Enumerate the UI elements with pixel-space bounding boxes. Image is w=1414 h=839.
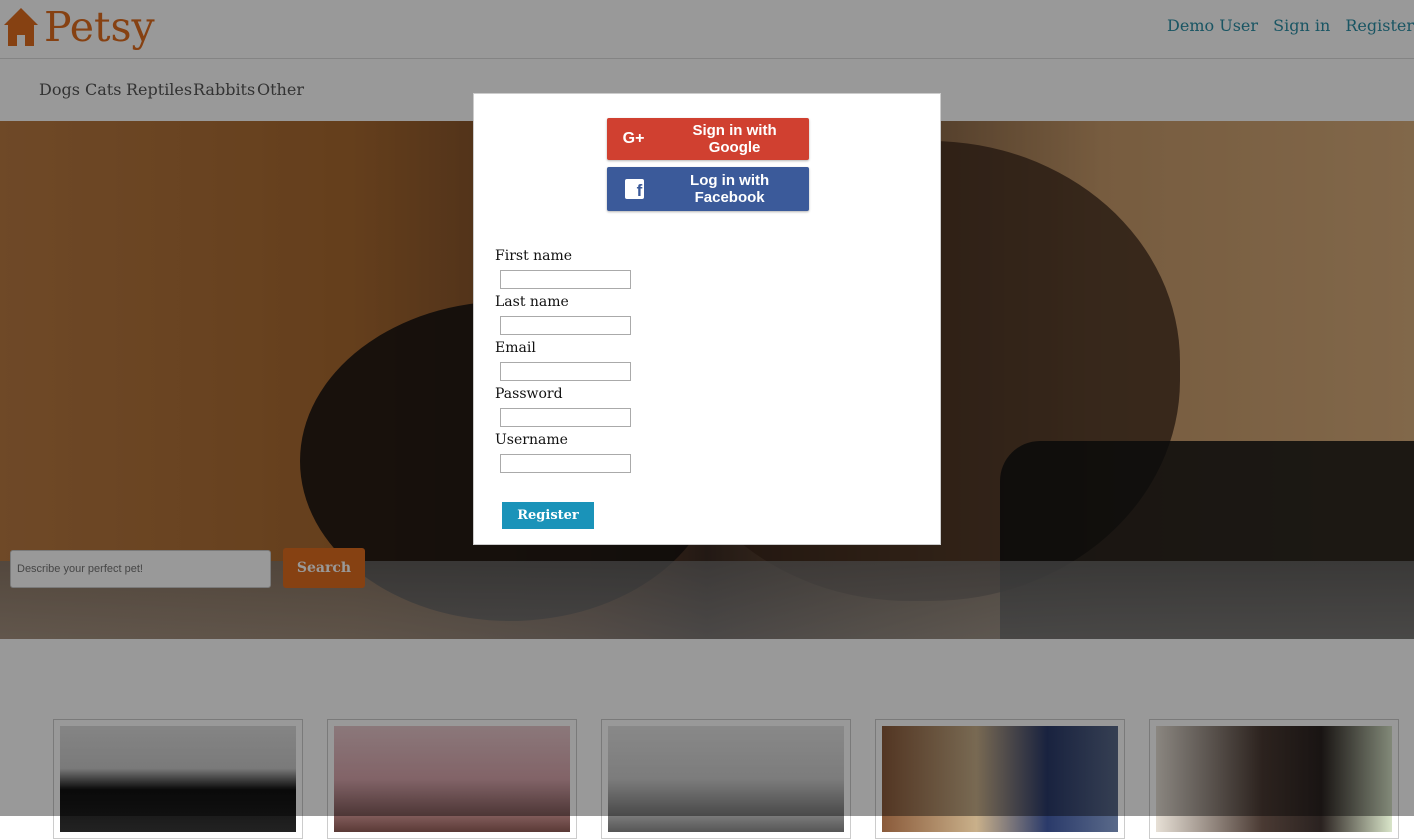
password-label: Password: [495, 386, 563, 402]
facebook-login-button[interactable]: f Log in with Facebook: [607, 167, 809, 211]
first-name-label: First name: [495, 248, 573, 264]
google-button-label: Sign in with Google: [692, 122, 777, 156]
register-modal: G+ Sign in with Google f Log in with Fac…: [473, 93, 941, 545]
facebook-icon: f: [625, 179, 645, 199]
google-sign-in-button[interactable]: G+ Sign in with Google: [607, 118, 809, 160]
facebook-button-label: Log in with Facebook: [690, 172, 770, 206]
first-name-field[interactable]: [500, 270, 631, 289]
register-submit-button[interactable]: Register: [502, 502, 594, 529]
email-field[interactable]: [500, 362, 631, 381]
username-field[interactable]: [500, 454, 631, 473]
google-plus-icon: G+: [622, 130, 645, 147]
password-field[interactable]: [500, 408, 631, 427]
email-label: Email: [495, 340, 536, 356]
username-label: Username: [495, 432, 568, 448]
last-name-label: Last name: [495, 294, 569, 310]
last-name-field[interactable]: [500, 316, 631, 335]
